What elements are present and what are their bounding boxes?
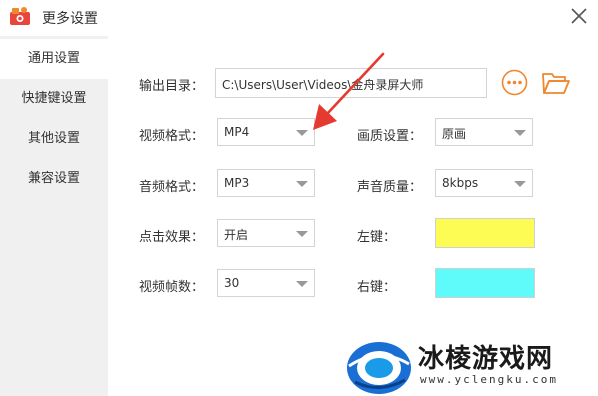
video-format-select[interactable]: MP4 [217,118,315,146]
sidebar-item-label: 通用设置 [27,51,80,66]
sound-quality-value: 8kbps [442,176,479,190]
video-format-value: MP4 [224,125,250,139]
chevron-down-icon [296,231,308,237]
click-effect-label: 点击效果： [139,230,205,245]
sound-quality-label: 声音质量： [357,180,423,195]
output-dir-label: 输出目录： [139,79,205,94]
video-format-label: 视频格式： [139,129,205,144]
window-title: 更多设置 [42,11,98,27]
close-icon[interactable] [568,5,590,27]
left-key-label: 左键： [357,230,397,245]
sidebar-item-hotkeys[interactable]: 快捷键设置 [0,79,108,119]
frame-rate-label: 视频帧数： [139,280,205,295]
chevron-down-icon [514,181,526,187]
quality-value: 原画 [442,127,467,141]
sidebar-item-other[interactable]: 其他设置 [0,119,108,159]
left-key-color-swatch[interactable] [435,218,535,248]
audio-format-select[interactable]: MP3 [217,169,315,197]
camera-icon [10,7,30,25]
frame-rate-select[interactable]: 30 [217,269,315,297]
sidebar-item-label: 其他设置 [27,131,80,146]
sidebar-item-label: 快捷键设置 [21,91,87,106]
watermark-title: 冰棱游戏网 [418,344,554,374]
more-options-icon[interactable] [501,69,528,96]
click-effect-value: 开启 [224,228,249,242]
chevron-down-icon [514,130,526,136]
watermark-logo-icon [347,342,411,394]
sidebar: 通用设置 快捷键设置 其他设置 兼容设置 [0,36,108,396]
annotation-arrow-icon [313,52,385,130]
title-bar: 更多设置 [0,0,598,36]
chevron-down-icon [296,281,308,287]
folder-icon[interactable] [541,69,571,96]
sidebar-item-label: 兼容设置 [27,171,80,186]
right-key-color-swatch[interactable] [435,268,535,298]
audio-format-label: 音频格式： [139,180,205,195]
audio-format-value: MP3 [224,176,250,190]
click-effect-select[interactable]: 开启 [217,219,315,247]
quality-select[interactable]: 原画 [435,118,533,146]
chevron-down-icon [296,181,308,187]
right-key-label: 右键： [357,280,397,295]
sidebar-item-general[interactable]: 通用设置 [0,39,108,79]
sidebar-item-compat[interactable]: 兼容设置 [0,159,108,199]
watermark-url: www.yclengku.com [420,373,558,386]
frame-rate-value: 30 [224,276,240,290]
sound-quality-select[interactable]: 8kbps [435,169,533,197]
